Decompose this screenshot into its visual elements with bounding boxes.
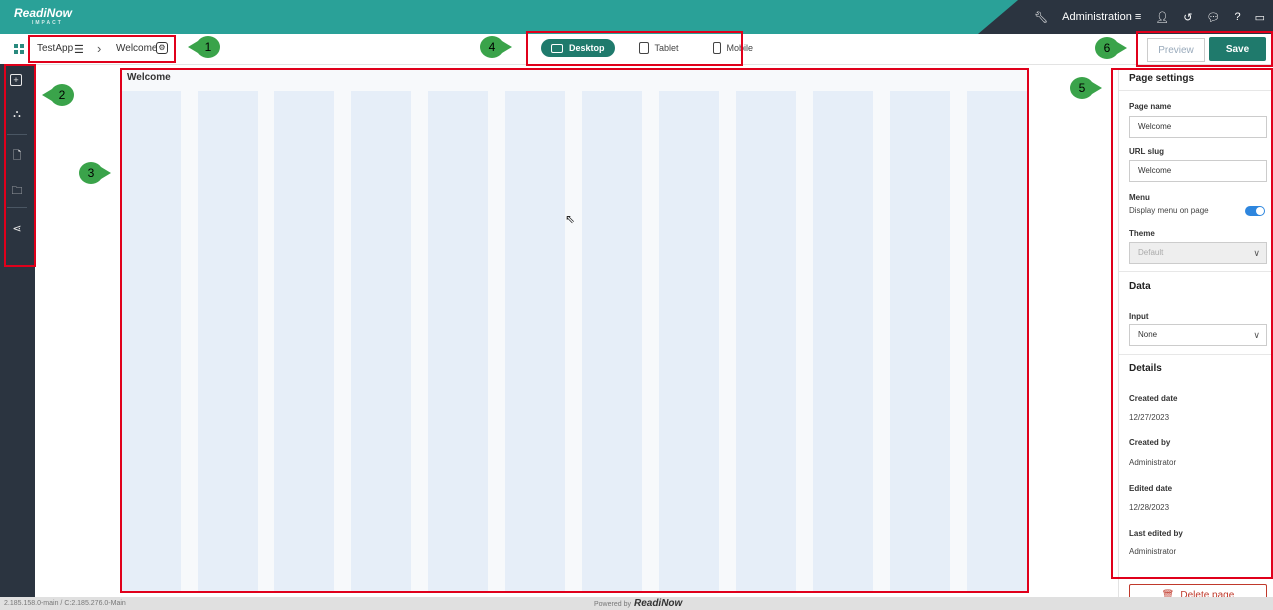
share-icon[interactable]: ⋖ bbox=[10, 222, 24, 236]
edited-date-value: 12/28/2023 bbox=[1129, 503, 1170, 512]
version-text: 2.185.158.0-main / C:2.185.276.0-Main bbox=[4, 600, 126, 607]
grid-column bbox=[198, 91, 258, 591]
window-icon[interactable]: ▭ bbox=[1255, 11, 1265, 24]
page-settings-panel: Page settings Page name Welcome URL slug… bbox=[1118, 68, 1273, 597]
tablet-icon bbox=[638, 42, 649, 54]
input-label: Input bbox=[1129, 312, 1149, 321]
section-divider bbox=[1119, 354, 1273, 355]
grid-column bbox=[505, 91, 565, 591]
sidebar-divider bbox=[7, 134, 27, 135]
theme-value: Default bbox=[1138, 248, 1164, 257]
menu-label: Menu bbox=[1129, 193, 1150, 202]
last-edited-by-value: Administrator bbox=[1129, 547, 1177, 556]
mobile-icon bbox=[712, 42, 721, 54]
left-sidebar: + ⛬ 🗋︎ 🗀︎ ⋖ bbox=[0, 64, 35, 597]
document-icon[interactable]: 🗋︎ bbox=[10, 149, 24, 163]
brand-logo-text: ReadiNow bbox=[14, 6, 73, 20]
created-date-value: 12/27/2023 bbox=[1129, 413, 1170, 422]
grid-column bbox=[274, 91, 334, 591]
created-date-label: Created date bbox=[1129, 394, 1178, 403]
device-tablet-button[interactable]: Tablet bbox=[629, 38, 689, 58]
input-value: None bbox=[1138, 330, 1158, 339]
page-name-label: Page name bbox=[1129, 102, 1172, 111]
callout-3: 3 bbox=[79, 162, 111, 184]
theme-select[interactable]: Default ∨ bbox=[1129, 242, 1267, 264]
gear-icon[interactable]: ⚙ bbox=[156, 42, 168, 54]
powered-by-text: Powered by bbox=[594, 601, 631, 608]
data-section-title: Data bbox=[1129, 281, 1151, 292]
menu-toggle[interactable] bbox=[1245, 206, 1265, 216]
hierarchy-icon[interactable]: ⛬ bbox=[10, 107, 24, 121]
last-edited-by-label: Last edited by bbox=[1129, 529, 1183, 538]
grid-column bbox=[890, 91, 950, 591]
callout-4: 4 bbox=[480, 36, 512, 58]
admin-label: Administration bbox=[1062, 11, 1132, 23]
created-by-label: Created by bbox=[1129, 438, 1171, 447]
url-slug-field[interactable]: Welcome bbox=[1129, 160, 1267, 182]
admin-menu[interactable]: Administration ≡ bbox=[1062, 11, 1141, 23]
breadcrumb-app[interactable]: TestApp bbox=[37, 43, 73, 54]
device-desktop-label: Desktop bbox=[569, 43, 605, 53]
sidebar-divider bbox=[7, 207, 27, 208]
top-bar: ReadiNow IMPACT 🔧︎ Administration ≡ 👤︎ ↺… bbox=[0, 0, 1273, 34]
wrench-icon[interactable]: 🔧︎ bbox=[1034, 11, 1048, 24]
callout-1: 1 bbox=[188, 36, 220, 58]
page-canvas[interactable]: Welcome bbox=[121, 69, 1027, 591]
breadcrumb-page[interactable]: Welcome bbox=[116, 43, 158, 54]
chevron-right-icon: › bbox=[97, 41, 102, 56]
chevron-down-icon: ∨ bbox=[1253, 248, 1260, 258]
callout-6: 6 bbox=[1095, 37, 1127, 59]
help-icon[interactable]: ? bbox=[1234, 11, 1240, 23]
device-toggle: Desktop Tablet Mobile bbox=[541, 38, 763, 58]
edited-date-label: Edited date bbox=[1129, 484, 1173, 493]
input-select[interactable]: None ∨ bbox=[1129, 324, 1267, 346]
grid-column bbox=[121, 91, 181, 591]
footer: 2.185.158.0-main / C:2.185.276.0-Main Po… bbox=[0, 597, 1273, 610]
page-settings-title: Page settings bbox=[1119, 68, 1273, 91]
grid-column bbox=[582, 91, 642, 591]
topbar-wedge bbox=[978, 0, 1018, 34]
canvas-page-title: Welcome bbox=[127, 72, 171, 83]
user-icon[interactable]: 👤︎ bbox=[1155, 11, 1169, 24]
section-divider bbox=[1119, 271, 1273, 272]
powered-by-brand: ReadiNow bbox=[633, 598, 683, 609]
grid-column bbox=[659, 91, 719, 591]
device-tablet-label: Tablet bbox=[654, 43, 679, 53]
sliders-icon[interactable]: ☰ bbox=[74, 43, 84, 56]
page-name-field[interactable]: Welcome bbox=[1129, 116, 1267, 138]
apps-grid-icon[interactable] bbox=[14, 44, 24, 54]
save-button[interactable]: Save bbox=[1209, 37, 1266, 61]
device-desktop-button[interactable]: Desktop bbox=[541, 39, 615, 57]
device-mobile-button[interactable]: Mobile bbox=[703, 38, 764, 58]
grid-column bbox=[736, 91, 796, 591]
chat-icon[interactable]: 💬︎ bbox=[1207, 11, 1221, 24]
theme-label: Theme bbox=[1129, 229, 1155, 238]
folder-document-icon[interactable]: 🗀︎ bbox=[10, 184, 24, 198]
grid-column bbox=[351, 91, 411, 591]
powered-by: Powered by ReadiNow bbox=[594, 598, 682, 609]
device-mobile-label: Mobile bbox=[726, 43, 754, 53]
callout-2: 2 bbox=[42, 84, 74, 106]
grid-column bbox=[813, 91, 873, 591]
monitor-icon bbox=[551, 43, 563, 53]
details-section-title: Details bbox=[1129, 363, 1162, 374]
history-icon[interactable]: ↺ bbox=[1183, 11, 1192, 24]
grid-column bbox=[428, 91, 488, 591]
mouse-cursor-icon: ⇖ bbox=[565, 212, 576, 226]
brand-logo[interactable]: ReadiNow IMPACT bbox=[14, 6, 72, 26]
url-slug-label: URL slug bbox=[1129, 147, 1164, 156]
created-by-value: Administrator bbox=[1129, 458, 1177, 467]
chevron-down-icon: ∨ bbox=[1253, 330, 1260, 340]
preview-button[interactable]: Preview bbox=[1147, 38, 1205, 62]
menu-toggle-text: Display menu on page bbox=[1129, 206, 1209, 215]
topbar-right: 🔧︎ Administration ≡ 👤︎ ↺ 💬︎ ? ▭ bbox=[1034, 0, 1265, 34]
brand-logo-sub: IMPACT bbox=[32, 20, 63, 26]
grid-column bbox=[967, 91, 1027, 591]
callout-5: 5 bbox=[1070, 77, 1102, 99]
add-page-icon[interactable]: + bbox=[10, 74, 22, 86]
